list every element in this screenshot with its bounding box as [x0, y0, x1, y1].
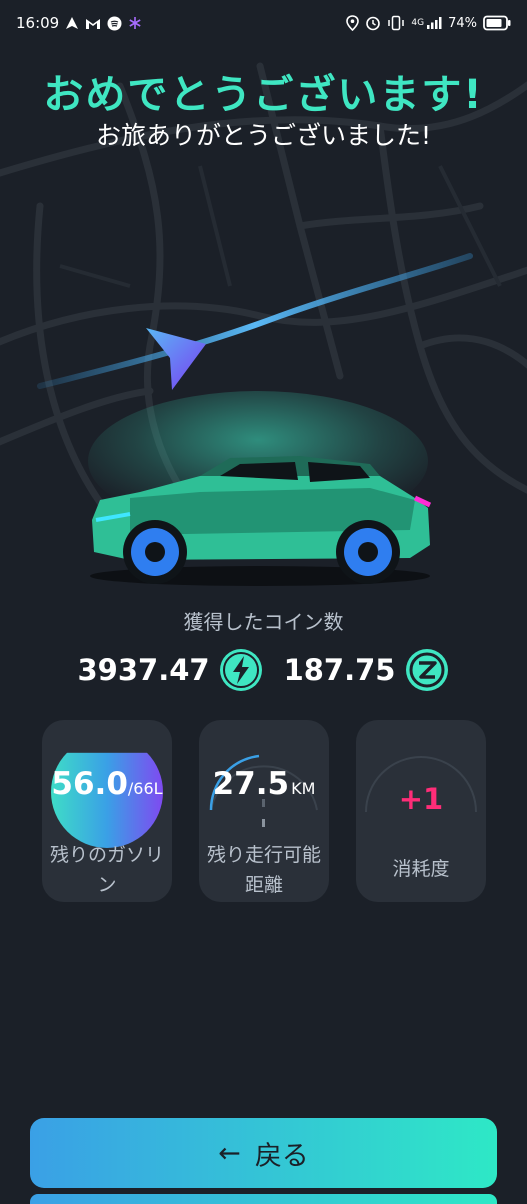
alarm-icon [365, 15, 381, 31]
thanks-subtitle: お旅ありがとうございました! [95, 121, 432, 150]
status-left: 16:09 [16, 14, 142, 32]
consumption-value: +1 [398, 782, 444, 816]
range-label-line1: 残り走行可能 [206, 844, 321, 866]
consumption-value-row: +1 [356, 782, 486, 816]
gasoline-value: 56.0 [51, 766, 128, 802]
gasoline-label-line1: 残りのガソリ [49, 844, 164, 866]
congrats-title: おめでとうございます! [43, 72, 484, 118]
z-coin: 187.75 [284, 647, 450, 693]
gasoline-card: 56.0/66L 残りのガソリ ン [42, 720, 172, 902]
range-label-line2: 距離 [244, 874, 283, 896]
gmail-icon [85, 17, 101, 30]
spotify-icon [107, 16, 122, 31]
back-button[interactable]: ← 戻る [30, 1118, 497, 1188]
consumption-card: +1 消耗度 [356, 720, 486, 902]
z-coin-value: 187.75 [283, 653, 396, 687]
range-value-row: 27.5 KM [199, 766, 329, 802]
range-unit: KM [291, 779, 316, 798]
vibrate-icon [387, 15, 405, 31]
back-button-label: 戻る [254, 1140, 309, 1172]
location-icon [346, 15, 360, 31]
status-time: 16:09 [16, 14, 60, 32]
gasoline-value-row: 56.0/66L [42, 766, 172, 802]
status-right: 4G 74% [346, 15, 511, 31]
arrow-left-icon: ← [218, 1137, 241, 1169]
battery-icon [483, 15, 511, 31]
coins-row: 3937.47 187.75 [0, 645, 527, 695]
z-coin-icon [405, 649, 448, 691]
range-label: 残り走行可能 距離 [199, 840, 329, 900]
status-bar: 16:09 4G 74% [0, 0, 527, 46]
coins-label: 獲得したコイン数 [183, 610, 344, 634]
gasoline-label: 残りのガソリ ン [42, 840, 172, 900]
range-card: 27.5 KM 残り走行可能 距離 [199, 720, 329, 902]
network-type: 4G [411, 17, 425, 28]
asterisk-icon [128, 16, 142, 30]
navigation-icon [65, 16, 79, 30]
gasoline-label-line2: ン [97, 874, 117, 896]
battery-percent: 74% [448, 15, 477, 31]
range-value: 27.5 [212, 766, 290, 802]
gasoline-capacity: /66L [127, 779, 163, 798]
stats-cards: 56.0/66L 残りのガソリ ン 27.5 KM 残り走行可能 距離 +1 消耗… [42, 720, 486, 902]
energy-coin: 3937.47 [77, 647, 263, 693]
lightning-coin-icon [219, 649, 262, 691]
energy-coin-value: 3937.47 [77, 653, 210, 687]
car-illustration [90, 456, 432, 586]
signal-icon: 4G [411, 16, 442, 30]
consumption-label: 消耗度 [392, 858, 450, 880]
secondary-button-edge[interactable] [30, 1194, 497, 1204]
